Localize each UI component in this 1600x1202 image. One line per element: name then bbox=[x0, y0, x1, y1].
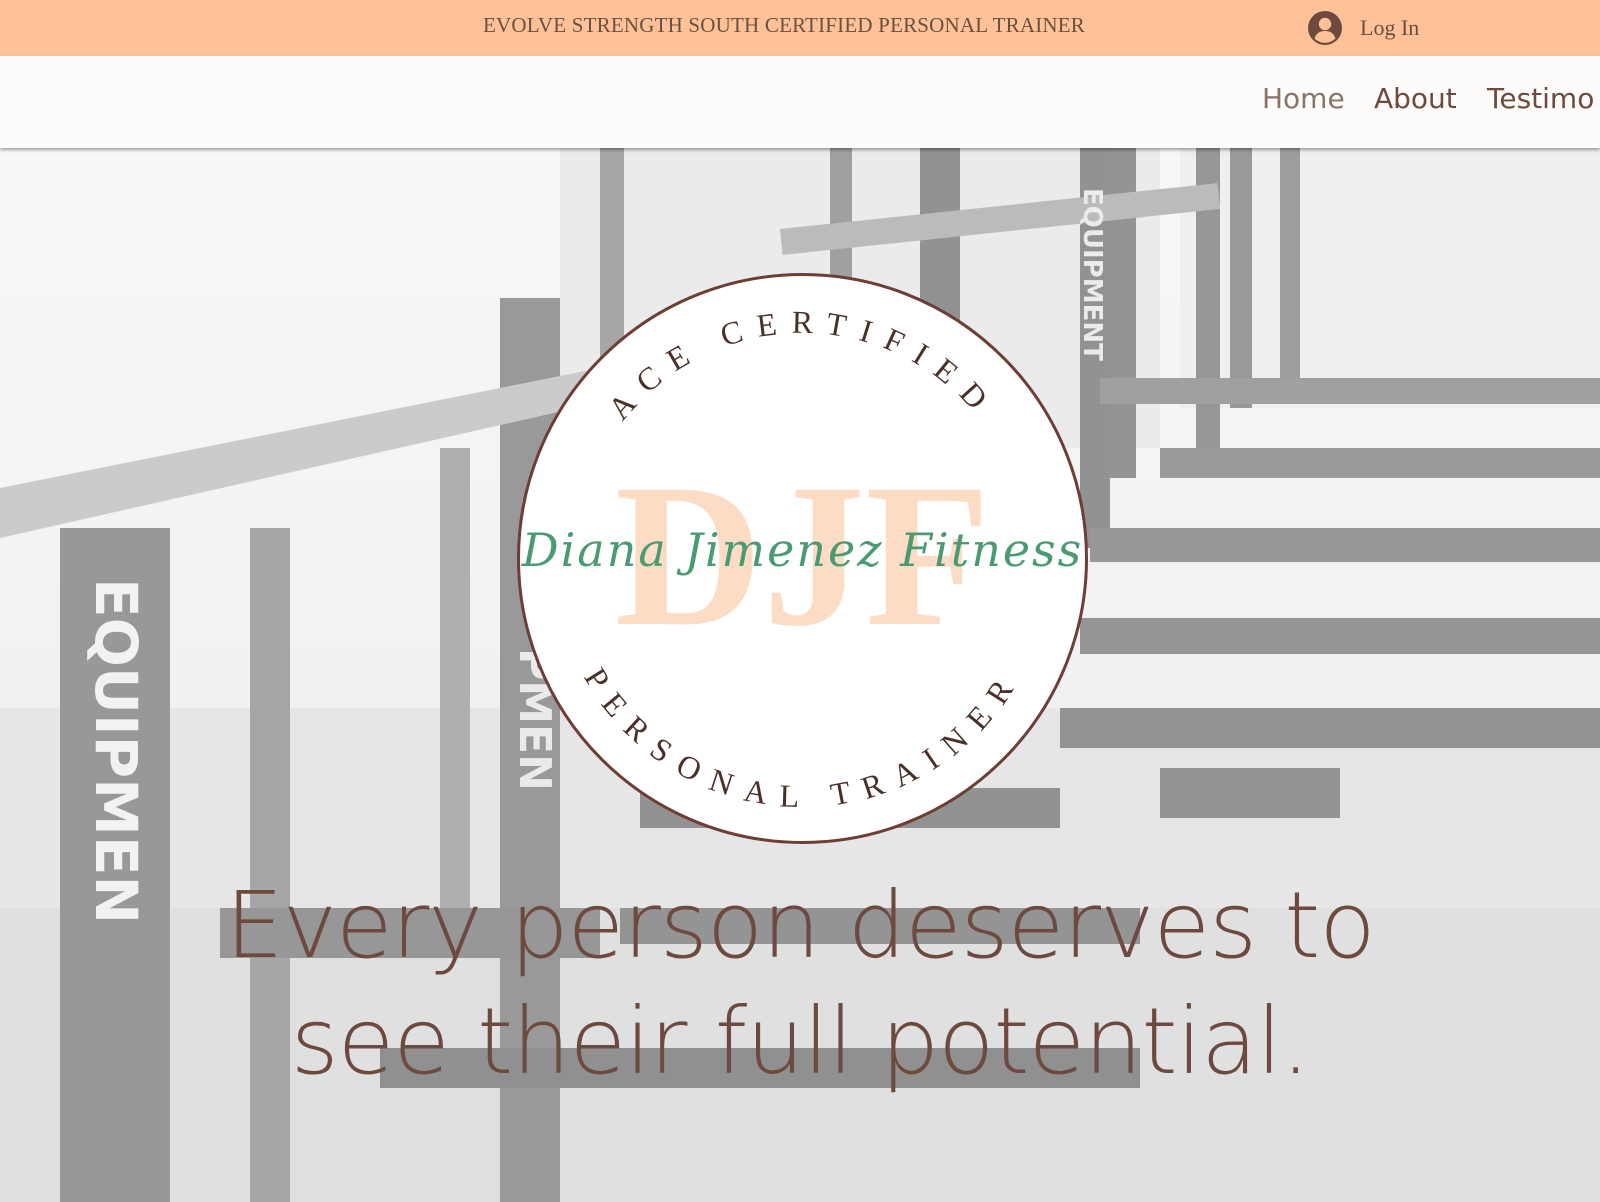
main-nav: Home About Testimo bbox=[0, 56, 1600, 148]
nav-item-home[interactable]: Home bbox=[1262, 82, 1345, 115]
hero-headline: Every person deserves to see their full … bbox=[0, 868, 1600, 1100]
login-button[interactable]: Log In bbox=[1308, 8, 1419, 48]
hero-section: EQUIPMEN PMEN EQUIPMENT DJF ACE CERTIFIE… bbox=[0, 148, 1600, 1202]
banner-text-label: EVOLVE STRENGTH SOUTH CERTIFIED PERSONAL… bbox=[483, 13, 1085, 37]
nav-item-testimonials[interactable]: Testimo bbox=[1487, 82, 1594, 115]
djf-logo: DJF ACE CERTIFIED PERSONAL TRAINER Diana… bbox=[517, 273, 1088, 844]
nav-item-about[interactable]: About bbox=[1374, 82, 1457, 115]
user-avatar-icon bbox=[1308, 11, 1342, 45]
headline-line-1: Every person deserves to bbox=[225, 872, 1375, 979]
login-label: Log In bbox=[1360, 15, 1420, 40]
headline-line-2: see their full potential. bbox=[290, 988, 1311, 1095]
top-banner: EVOLVE STRENGTH SOUTH CERTIFIED PERSONAL… bbox=[0, 0, 1600, 56]
logo-script-name: Diana Jimenez Fitness bbox=[521, 523, 1084, 577]
